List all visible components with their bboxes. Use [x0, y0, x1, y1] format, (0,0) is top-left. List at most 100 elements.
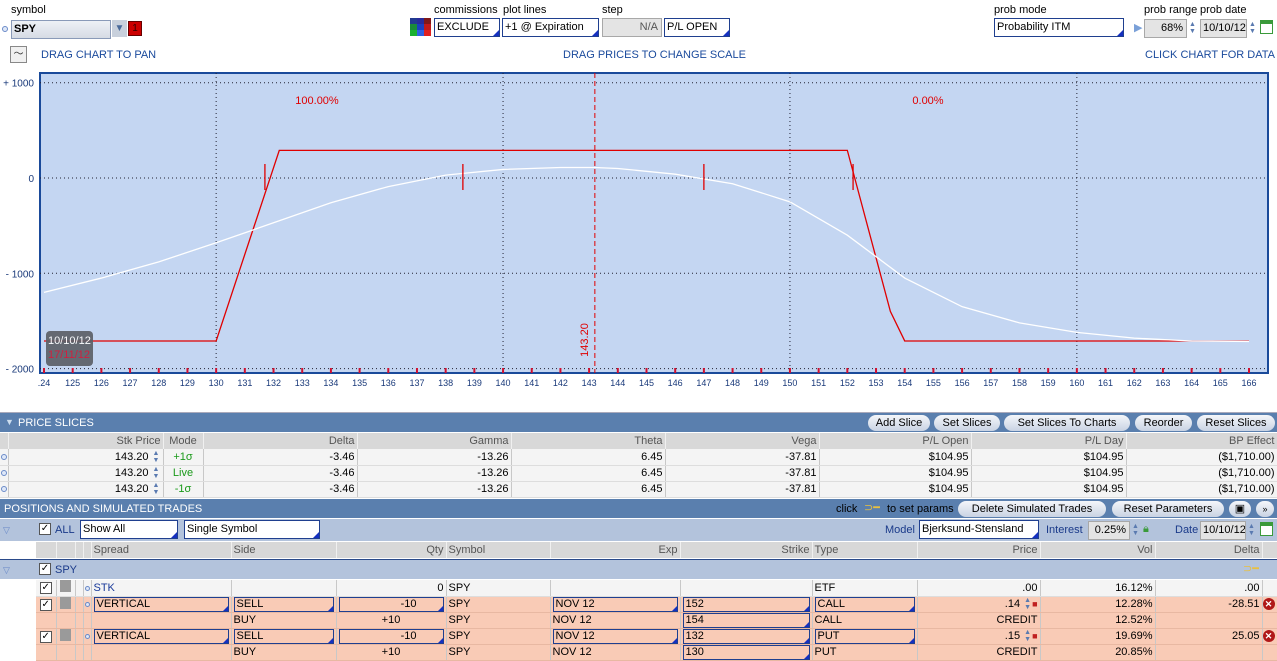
leg-row[interactable]: BUY +10 SPY NOV 12 130 PUT CREDIT 20.85% — [0, 644, 1277, 661]
row-color-swatch[interactable] — [60, 628, 71, 641]
remove-icon[interactable]: ✕ — [1262, 630, 1275, 642]
type-select[interactable]: CALL — [814, 596, 915, 611]
chart-type-icon[interactable]: 〜 — [10, 46, 27, 63]
row-color-swatch[interactable] — [60, 580, 71, 593]
reset-slices-button[interactable]: Reset Slices — [1197, 415, 1275, 431]
reset-parameters-button[interactable]: Reset Parameters — [1112, 501, 1224, 517]
prob-date-spinner[interactable]: ▲ ▼ — [1248, 21, 1257, 35]
model-select[interactable]: Bjerksund-Stensland — [919, 520, 1039, 539]
lock-icon[interactable]: 🔒︎ — [1143, 523, 1149, 536]
step-input[interactable]: N/A — [602, 18, 662, 37]
prob-range-spinner[interactable]: ▲ ▼ — [1188, 21, 1197, 35]
all-checkbox[interactable]: ✓ — [39, 523, 51, 535]
calendar-icon[interactable] — [1260, 522, 1273, 536]
spread-select[interactable]: VERTICAL — [93, 628, 229, 643]
row-checkbox[interactable]: ✓ — [39, 630, 52, 643]
symbol-mode-select[interactable]: Single Symbol — [184, 520, 320, 539]
symbol-badge[interactable]: 1 — [128, 21, 142, 36]
col-vega[interactable]: Vega — [665, 433, 820, 449]
col-delta[interactable]: Delta — [203, 433, 358, 449]
slice-dot-icon[interactable] — [0, 486, 7, 492]
col-spread[interactable]: Spread — [91, 542, 232, 558]
add-slice-button[interactable]: Add Slice — [868, 415, 930, 431]
color-grid-icon[interactable] — [410, 18, 431, 37]
price-spinner[interactable]: ▲ ▼ — [152, 482, 161, 496]
col-symbol[interactable]: Symbol — [446, 542, 551, 558]
remove-icon[interactable]: ✕ — [1262, 598, 1275, 610]
camera-icon[interactable]: ▣ — [1229, 501, 1251, 517]
slice-row[interactable]: 143.20 ▲ ▼ +1σ -3.46 -13.26 6.45 -37.81 $104.95 $… — [0, 449, 1277, 466]
col-theta[interactable]: Theta — [511, 433, 666, 449]
plot-lines-select[interactable]: +1 @ Expiration — [502, 18, 599, 37]
row-dot-icon[interactable] — [84, 602, 90, 607]
type-select[interactable]: PUT — [814, 628, 915, 643]
strike-select[interactable]: 130 — [682, 644, 810, 659]
side-select[interactable]: SELL — [233, 596, 334, 611]
group-checkbox[interactable]: ✓ — [39, 563, 51, 575]
row-checkbox[interactable]: ✓ — [39, 582, 52, 595]
collapse-icon[interactable]: ▽ — [3, 565, 10, 576]
row-dot-icon[interactable] — [84, 585, 90, 591]
price-spinner[interactable]: ▲ ▼ — [152, 466, 161, 480]
calendar-icon[interactable] — [1260, 20, 1273, 34]
date-input[interactable]: 10/10/12 — [1200, 521, 1246, 540]
strike-select[interactable]: 154 — [682, 612, 810, 627]
risk-profile-chart[interactable]: + 1000 0 - 1000 - 2000.24 125 126 127 128 129 130… — [0, 70, 1277, 400]
date-spinner[interactable]: ▲ ▼ — [1247, 523, 1256, 537]
col-mode[interactable]: Mode — [163, 433, 204, 449]
slice-dot-icon[interactable] — [0, 453, 7, 460]
expand-arrow-icon[interactable]: ▶ — [1134, 21, 1142, 34]
strike-select[interactable]: 132 — [682, 628, 810, 643]
strike-select[interactable]: 152 — [682, 596, 810, 611]
delete-simulated-trades-button[interactable]: Delete Simulated Trades — [958, 501, 1106, 517]
lock-icon[interactable]: ■ — [1032, 631, 1037, 641]
vertical-row[interactable]: ✓ VERTICAL SELL -10 SPY NOV 12 152 CALL .14 ▲ ▼■ 12… — [0, 596, 1277, 613]
col-vol[interactable]: Vol — [1040, 542, 1156, 558]
qty-input[interactable]: -10 — [338, 628, 444, 643]
slice-row[interactable]: 143.20 ▲ ▼ -1σ -3.46 -13.26 6.45 -37.81 $104.95 $… — [0, 481, 1277, 498]
exp-select[interactable]: NOV 12 — [552, 596, 678, 611]
spread-select[interactable]: VERTICAL — [93, 596, 229, 611]
side-select[interactable]: SELL — [233, 628, 334, 643]
show-filter-select[interactable]: Show All — [80, 520, 178, 539]
col-bp-effect[interactable]: BP Effect — [1126, 433, 1277, 449]
qty-input[interactable]: -10 — [338, 596, 444, 611]
reorder-button[interactable]: Reorder — [1135, 415, 1192, 431]
col-pl-open[interactable]: P/L Open — [819, 433, 972, 449]
col-type[interactable]: Type — [812, 542, 918, 558]
wrench-icon[interactable]: ⊃━ — [1243, 562, 1259, 575]
col-qty[interactable]: Qty — [336, 542, 447, 558]
row-checkbox[interactable]: ✓ — [39, 598, 52, 611]
row-color-swatch[interactable] — [60, 596, 71, 609]
lock-icon[interactable]: ■ — [1032, 599, 1037, 609]
col-pl-day[interactable]: P/L Day — [971, 433, 1127, 449]
collapse-icon[interactable]: ▼ — [5, 417, 14, 427]
leg-row[interactable]: BUY +10 SPY NOV 12 154 CALL CREDIT 12.52% — [0, 612, 1277, 629]
set-slices-to-charts-button[interactable]: Set Slices To Charts — [1004, 415, 1130, 431]
pl-mode-select[interactable]: P/L OPEN — [664, 18, 730, 37]
stk-row[interactable]: ✓ STK 0 SPY ETF .00 16.12% .00 — [0, 580, 1277, 597]
price-spinner[interactable]: ▲ ▼ — [1023, 629, 1032, 643]
col-strike[interactable]: Strike — [680, 542, 813, 558]
price-spinner[interactable]: ▲ ▼ — [1023, 597, 1032, 611]
set-slices-button[interactable]: Set Slices — [934, 415, 1000, 431]
col-delta[interactable]: Delta — [1155, 542, 1263, 558]
col-side[interactable]: Side — [231, 542, 337, 558]
exp-select[interactable]: NOV 12 — [552, 628, 678, 643]
row-dot-icon[interactable] — [84, 634, 90, 639]
price-spinner[interactable]: ▲ ▼ — [152, 450, 161, 464]
commissions-select[interactable]: EXCLUDE — [434, 18, 500, 37]
interest-spinner[interactable]: ▲ ▼ — [1131, 523, 1140, 537]
col-stk-price[interactable]: Stk Price — [8, 433, 164, 449]
symbol-dropdown-icon[interactable]: ▼ — [112, 20, 127, 37]
symbol-input[interactable]: SPY — [11, 20, 111, 39]
col-exp[interactable]: Exp — [550, 542, 681, 558]
prob-date-input[interactable]: 10/10/12 — [1200, 19, 1247, 38]
expand-down-icon[interactable]: » — [1256, 501, 1274, 517]
col-gamma[interactable]: Gamma — [357, 433, 512, 449]
prob-range-input[interactable]: 68% — [1144, 19, 1187, 38]
collapse-icon[interactable]: ▽ — [3, 525, 10, 536]
prob-mode-select[interactable]: Probability ITM — [994, 18, 1124, 37]
vertical-row[interactable]: ✓ VERTICAL SELL -10 SPY NOV 12 132 PUT .15 ▲ ▼■ 19.… — [0, 628, 1277, 645]
slice-row[interactable]: 143.20 ▲ ▼ Live -3.46 -13.26 6.45 -37.81 $104.95… — [0, 465, 1277, 482]
